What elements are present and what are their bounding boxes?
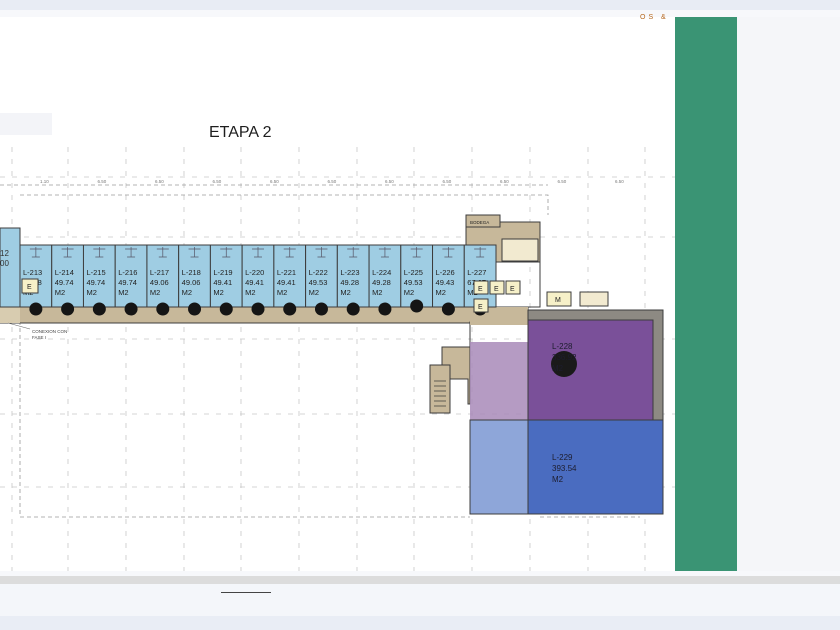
column-marker <box>251 302 265 316</box>
unit-id: L-223 <box>340 268 359 277</box>
column-marker <box>219 302 233 316</box>
unit-measure: M2 <box>150 288 160 297</box>
unit-measure: M2 <box>404 288 414 297</box>
dimension-label: 6.50 <box>155 179 164 184</box>
footer-edge <box>0 616 840 630</box>
unit-id: L-216 <box>118 268 137 277</box>
unit-id: L-220 <box>245 268 264 277</box>
top-strip <box>0 0 840 10</box>
unit-measure: M2 <box>118 288 128 297</box>
machine-room-label: M <box>555 297 561 304</box>
dimension-label: 6.50 <box>500 179 509 184</box>
unit-l-228 <box>527 319 654 421</box>
unit-area: 49.41 <box>277 278 296 287</box>
unit-l-229-unit: M2 <box>552 475 564 484</box>
unit-l-229-area: 393.54 <box>552 464 577 473</box>
column-marker <box>188 302 202 316</box>
unit-measure: M2 <box>340 288 350 297</box>
unit-area: 49.74 <box>86 278 105 287</box>
elevator-label-left: E <box>27 284 32 291</box>
connection-label: CONEXION CON <box>32 329 67 334</box>
unit-area: 49.53 <box>309 278 328 287</box>
unit-area: 49.74 <box>55 278 74 287</box>
unit-area: 49.53 <box>404 278 423 287</box>
unit-id: L-218 <box>182 268 201 277</box>
footer-divider <box>221 592 271 593</box>
floor-plan-drawing: L-21371.88M2L-21449.74M2L-21549.74M2L-21… <box>0 113 675 571</box>
unit-area: 49.43 <box>436 278 455 287</box>
dimension-label: 6.50 <box>270 179 279 184</box>
unit-area: 49.74 <box>118 278 137 287</box>
corner-label: OS & <box>640 14 669 21</box>
unit-id: L-215 <box>86 268 105 277</box>
unit-area: 49.28 <box>372 278 391 287</box>
partial-unit-label-top: 12 <box>0 249 9 258</box>
side-panel <box>675 17 737 571</box>
unit-measure: M2 <box>245 288 255 297</box>
unit-l-229-id: L-229 <box>552 453 573 462</box>
unit-area: 49.06 <box>182 278 201 287</box>
dimension-label: 6.50 <box>385 179 394 184</box>
column-marker <box>92 302 106 316</box>
column-marker <box>156 302 170 316</box>
unit-l-228-area: 336.92 <box>552 353 577 362</box>
unit-area: 49.06 <box>150 278 169 287</box>
elevator-label: E <box>478 286 483 293</box>
dimension-label: 6.50 <box>443 179 452 184</box>
unit-l-229 <box>527 419 664 515</box>
column-marker <box>283 302 297 316</box>
unit-id: L-221 <box>277 268 296 277</box>
unit-measure: M2 <box>436 288 446 297</box>
unit-id: L-225 <box>404 268 423 277</box>
unit-row: L-21371.88M2L-21449.74M2L-21549.74M2L-21… <box>19 244 497 316</box>
unit-id: L-213 <box>23 268 42 277</box>
unit-area: 49.41 <box>245 278 264 287</box>
unit-measure: M2 <box>213 288 223 297</box>
dimension-label: 6.50 <box>558 179 567 184</box>
plan-title: ETAPA 2 <box>209 124 272 141</box>
unit-measure: M2 <box>372 288 382 297</box>
unit-id: L-224 <box>372 268 391 277</box>
column-marker <box>441 302 455 316</box>
column-marker <box>29 302 43 316</box>
unit-area: 49.28 <box>340 278 359 287</box>
viewer-scrollbar[interactable] <box>0 576 840 584</box>
unit-id: L-217 <box>150 268 169 277</box>
elevator-label-4: E <box>478 304 483 311</box>
column-marker <box>61 302 75 316</box>
unit-id: L-227 <box>467 268 486 277</box>
dimension-label: 6.50 <box>98 179 107 184</box>
column-marker <box>410 299 424 313</box>
partial-unit-label-bottom: 00 <box>0 259 9 268</box>
column-marker <box>346 302 360 316</box>
dimension-label: 6.50 <box>328 179 337 184</box>
right-panel <box>737 17 840 571</box>
dimension-label: 6.50 <box>615 179 624 184</box>
unit-id: L-219 <box>213 268 232 277</box>
unit-measure: M2 <box>86 288 96 297</box>
large-units <box>469 309 664 515</box>
column-marker <box>314 302 328 316</box>
dimension-label: 6.50 <box>213 179 222 184</box>
unit-area: 49.41 <box>213 278 232 287</box>
elevator-label-2: E <box>494 286 499 293</box>
unit-measure: M2 <box>277 288 287 297</box>
elevator-label-3: E <box>510 286 515 293</box>
unit-id: L-214 <box>55 268 74 277</box>
unit-l-228-unit: M2 <box>552 364 564 373</box>
unit-id: L-226 <box>436 268 455 277</box>
unit-l-228-id: L-228 <box>552 342 573 351</box>
dimension-labels: 1.10 6.50 6.50 6.50 6.50 6.50 6.50 6.50 6.50 6.50… <box>40 179 624 184</box>
floor-plan-image: L-21371.88M2L-21449.74M2L-21549.74M2L-21… <box>0 17 675 571</box>
unit-id: L-222 <box>309 268 328 277</box>
connection-sublabel: FASE I <box>32 335 46 340</box>
unit-measure: M2 <box>55 288 65 297</box>
storage-label: BODEGA <box>470 220 489 225</box>
column-marker <box>378 302 392 316</box>
unit-measure: M2 <box>182 288 192 297</box>
unit-measure: M2 <box>309 288 319 297</box>
footer <box>0 584 840 630</box>
column-marker <box>124 302 138 316</box>
dimension-label: 1.10 <box>40 179 49 184</box>
